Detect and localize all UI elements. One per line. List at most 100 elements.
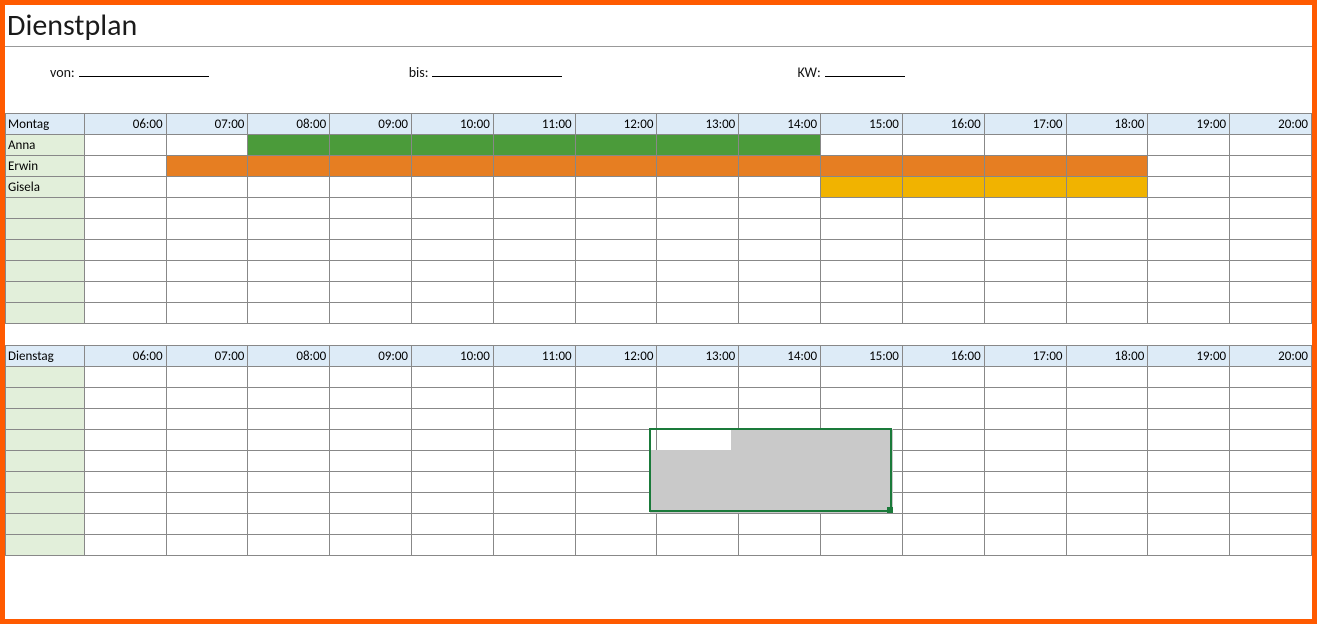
time-cell[interactable] [657,198,739,219]
time-cell[interactable] [248,430,330,451]
time-cell[interactable] [1066,451,1148,472]
time-cell[interactable] [902,514,984,535]
time-cell[interactable] [493,367,575,388]
shift-bar-orange[interactable] [984,156,1066,177]
time-cell[interactable] [575,472,657,493]
time-cell[interactable] [657,430,739,451]
time-cell[interactable] [575,493,657,514]
shift-bar-green[interactable] [657,135,739,156]
time-cell[interactable] [1230,198,1312,219]
time-cell[interactable] [84,493,166,514]
time-cell[interactable] [412,430,494,451]
time-cell[interactable] [493,430,575,451]
time-cell[interactable] [1148,409,1230,430]
time-cell[interactable] [1230,261,1312,282]
time-cell[interactable] [493,219,575,240]
time-cell[interactable] [166,198,248,219]
time-cell[interactable] [821,282,903,303]
kw-input[interactable] [825,61,905,77]
time-cell[interactable] [821,409,903,430]
time-cell[interactable] [166,493,248,514]
time-cell[interactable] [412,303,494,324]
time-cell[interactable] [739,303,821,324]
time-cell[interactable] [902,472,984,493]
time-cell[interactable] [84,240,166,261]
time-cell[interactable] [1148,430,1230,451]
time-cell[interactable] [1230,282,1312,303]
time-cell[interactable] [493,303,575,324]
time-cell[interactable] [412,514,494,535]
time-cell[interactable] [1230,451,1312,472]
bis-input[interactable] [432,61,562,77]
schedule-grid[interactable]: Montag06:0007:0008:0009:0010:0011:0012:0… [5,113,1312,577]
time-cell[interactable] [657,282,739,303]
time-cell[interactable] [1148,493,1230,514]
time-cell[interactable] [821,514,903,535]
time-cell[interactable] [575,430,657,451]
time-cell[interactable] [657,514,739,535]
time-cell[interactable] [493,514,575,535]
time-cell[interactable] [821,198,903,219]
time-cell[interactable] [330,409,412,430]
time-cell[interactable] [1230,367,1312,388]
shift-bar-green[interactable] [575,135,657,156]
shift-bar-green[interactable] [493,135,575,156]
time-cell[interactable] [984,514,1066,535]
time-cell[interactable] [1066,135,1148,156]
time-cell[interactable] [84,198,166,219]
time-cell[interactable] [84,261,166,282]
time-cell[interactable] [1148,367,1230,388]
shift-bar-orange[interactable] [821,156,903,177]
time-cell[interactable] [1230,219,1312,240]
time-cell[interactable] [902,367,984,388]
time-cell[interactable] [493,198,575,219]
shift-bar-orange[interactable] [330,156,412,177]
time-cell[interactable] [84,514,166,535]
time-cell[interactable] [493,388,575,409]
time-cell[interactable] [330,430,412,451]
time-cell[interactable] [330,472,412,493]
time-cell[interactable] [248,367,330,388]
time-cell[interactable] [412,472,494,493]
time-cell[interactable] [1066,535,1148,556]
time-cell[interactable] [1148,282,1230,303]
time-cell[interactable] [166,430,248,451]
time-cell[interactable] [330,367,412,388]
time-cell[interactable] [1230,493,1312,514]
von-input[interactable] [79,61,209,77]
time-cell[interactable] [330,303,412,324]
day-table[interactable]: Montag06:0007:0008:0009:0010:0011:0012:0… [5,113,1312,324]
time-cell[interactable] [657,535,739,556]
time-cell[interactable] [1148,514,1230,535]
time-cell[interactable] [1148,451,1230,472]
time-cell[interactable] [575,388,657,409]
time-cell[interactable] [984,472,1066,493]
time-cell[interactable] [84,367,166,388]
time-cell[interactable] [1230,430,1312,451]
shift-bar-yellow[interactable] [821,177,903,198]
time-cell[interactable] [330,198,412,219]
time-cell[interactable] [166,282,248,303]
time-cell[interactable] [1066,514,1148,535]
time-cell[interactable] [902,198,984,219]
time-cell[interactable] [821,240,903,261]
time-cell[interactable] [1230,535,1312,556]
time-cell[interactable] [493,177,575,198]
time-cell[interactable] [902,388,984,409]
time-cell[interactable] [166,409,248,430]
time-cell[interactable] [739,219,821,240]
time-cell[interactable] [1230,240,1312,261]
time-cell[interactable] [1230,135,1312,156]
time-cell[interactable] [739,282,821,303]
time-cell[interactable] [166,388,248,409]
shift-bar-green[interactable] [739,135,821,156]
time-cell[interactable] [1066,409,1148,430]
time-cell[interactable] [493,409,575,430]
time-cell[interactable] [821,367,903,388]
time-cell[interactable] [984,219,1066,240]
time-cell[interactable] [984,493,1066,514]
time-cell[interactable] [166,535,248,556]
time-cell[interactable] [821,219,903,240]
time-cell[interactable] [84,388,166,409]
time-cell[interactable] [330,261,412,282]
